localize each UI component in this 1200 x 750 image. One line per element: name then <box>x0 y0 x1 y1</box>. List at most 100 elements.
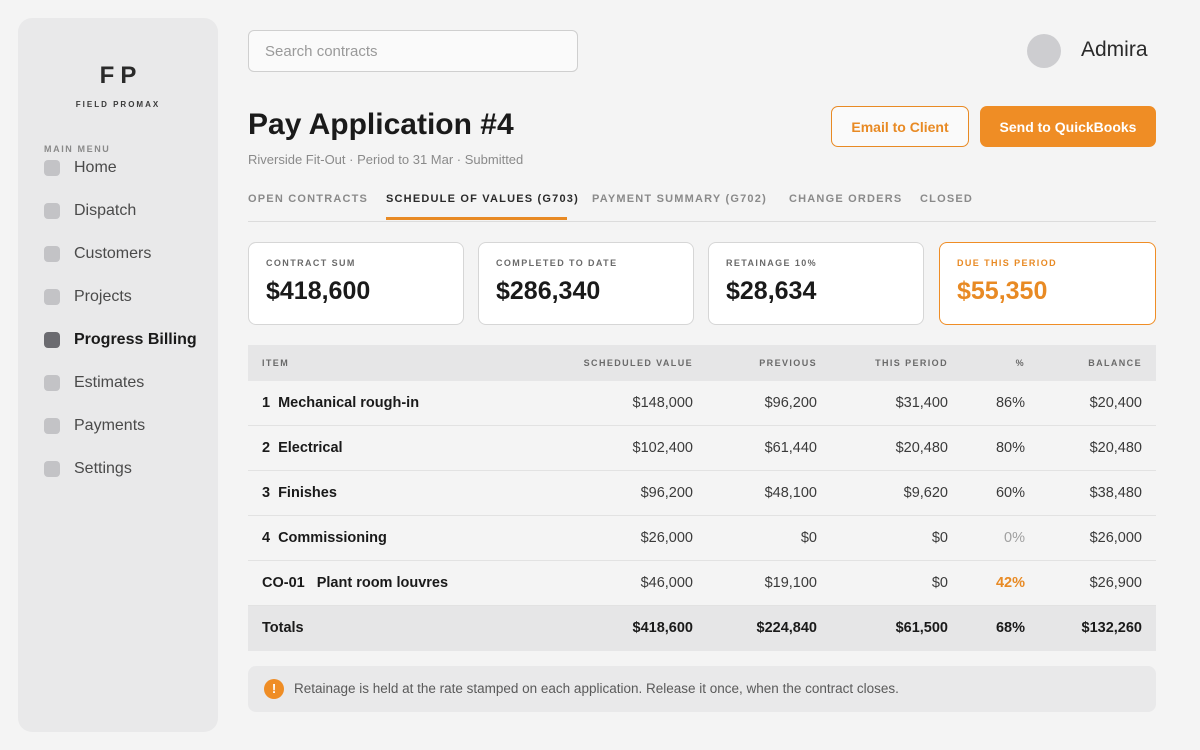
scheduled-value-cell: $46,000 <box>640 575 693 591</box>
sidebar-item-settings[interactable]: Settings <box>44 457 132 481</box>
schedule-of-values-table: ITEM SCHEDULED VALUE PREVIOUS THIS PERIO… <box>248 345 1156 651</box>
previous-cell: $48,100 <box>764 485 817 501</box>
total-this-period: $61,500 <box>895 620 948 636</box>
item-name: Mechanical rough-in <box>278 395 420 411</box>
send-to-quickbooks-button[interactable]: Send to QuickBooks <box>980 106 1156 147</box>
tab-payment-summary[interactable]: PAYMENT SUMMARY (G702) <box>592 193 767 205</box>
progress-billing-icon <box>44 332 60 348</box>
stat-card-completed-to-date: COMPLETED TO DATE $286,340 <box>478 242 694 325</box>
item-number: 1 <box>262 395 271 411</box>
column-header-scheduled-value[interactable]: SCHEDULED VALUE <box>584 358 693 368</box>
percent-cell: 80% <box>995 440 1025 456</box>
item-number: 4 <box>262 530 271 546</box>
balance-cell: $38,480 <box>1089 485 1142 501</box>
user-name[interactable]: Admira <box>1081 38 1148 62</box>
payments-icon <box>44 418 60 434</box>
item-cell: 1 Mechanical rough-in <box>262 395 419 411</box>
table-row[interactable]: 1 Mechanical rough-in $148,000 $96,200 $3… <box>248 381 1156 426</box>
table-row[interactable]: 3 Finishes $96,200 $48,100 $9,620 60% $38… <box>248 471 1156 516</box>
total-percent: 68% <box>995 620 1025 636</box>
table-row[interactable]: 4 Commissioning $26,000 $0 $0 0% $26,000 <box>248 516 1156 561</box>
this-period-cell: $31,400 <box>895 395 948 411</box>
balance-cell: $26,900 <box>1089 575 1142 591</box>
avatar[interactable] <box>1027 34 1061 68</box>
item-cell: 2 Electrical <box>262 440 343 456</box>
home-icon <box>44 160 60 176</box>
brand-name: FIELD PROMAX <box>75 100 161 109</box>
previous-cell: $61,440 <box>764 440 817 456</box>
item-number: 3 <box>262 485 271 501</box>
previous-cell: $0 <box>800 530 817 546</box>
brand-logo: FP <box>99 62 143 89</box>
column-header-percent[interactable]: % <box>1016 358 1025 368</box>
stat-label: RETAINAGE 10% <box>726 258 818 268</box>
table-row[interactable]: CO-01 Plant room louvres $46,000 $19,100 … <box>248 561 1156 606</box>
totals-label: Totals <box>262 620 304 636</box>
warning-icon: ! <box>264 679 284 699</box>
tab-closed[interactable]: CLOSED <box>920 193 973 205</box>
tab-bar: OPEN CONTRACTS SCHEDULE OF VALUES (G703)… <box>248 186 1156 222</box>
sidebar-item-dispatch[interactable]: Dispatch <box>44 199 136 223</box>
note-text: Retainage is held at the rate stamped on… <box>294 681 899 696</box>
estimates-icon <box>44 375 60 391</box>
column-header-balance[interactable]: BALANCE <box>1088 358 1142 368</box>
table-row[interactable]: 2 Electrical $102,400 $61,440 $20,480 80%… <box>248 426 1156 471</box>
sidebar-item-payments[interactable]: Payments <box>44 414 145 438</box>
item-cell: CO-01 Plant room louvres <box>262 575 448 591</box>
this-period-cell: $9,620 <box>903 485 948 501</box>
sidebar-item-projects[interactable]: Projects <box>44 285 132 309</box>
sidebar-item-label: Progress Billing <box>74 331 197 348</box>
scheduled-value-cell: $26,000 <box>640 530 693 546</box>
total-scheduled-value: $418,600 <box>632 620 693 636</box>
item-number: 2 <box>262 440 271 456</box>
main-menu-label: MAIN MENU <box>44 144 111 154</box>
this-period-cell: $0 <box>931 575 948 591</box>
projects-icon <box>44 289 60 305</box>
stat-label: DUE THIS PERIOD <box>957 258 1058 268</box>
sidebar-item-label: Settings <box>74 460 132 477</box>
stat-label: COMPLETED TO DATE <box>496 258 618 268</box>
column-header-item[interactable]: ITEM <box>262 358 289 368</box>
active-tab-indicator <box>386 217 567 220</box>
percent-cell: 0% <box>1004 530 1025 546</box>
sidebar-item-label: Payments <box>74 417 146 434</box>
sidebar-item-label: Projects <box>74 288 132 305</box>
tab-change-orders[interactable]: CHANGE ORDERS <box>789 193 902 205</box>
percent-cell: 42% <box>995 575 1025 591</box>
item-cell: 4 Commissioning <box>262 530 387 546</box>
this-period-cell: $20,480 <box>895 440 948 456</box>
totals-row: Totals $418,600 $224,840 $61,500 68% $13… <box>248 606 1156 651</box>
column-header-previous[interactable]: PREVIOUS <box>759 358 817 368</box>
sidebar-item-customers[interactable]: Customers <box>44 242 151 266</box>
stat-value: $55,350 <box>957 277 1048 305</box>
stat-card-due-this-period: DUE THIS PERIOD $55,350 <box>939 242 1156 325</box>
balance-cell: $20,400 <box>1089 395 1142 411</box>
item-name: Commissioning <box>278 530 387 546</box>
sidebar-item-label: Home <box>74 159 117 176</box>
scheduled-value-cell: $102,400 <box>632 440 693 456</box>
previous-cell: $96,200 <box>764 395 817 411</box>
stat-card-contract-sum: CONTRACT SUM $418,600 <box>248 242 464 325</box>
tab-schedule-of-values[interactable]: SCHEDULE OF VALUES (G703) <box>386 193 579 205</box>
previous-cell: $19,100 <box>764 575 817 591</box>
search-input[interactable] <box>248 30 578 72</box>
sidebar-item-estimates[interactable]: Estimates <box>44 371 144 395</box>
this-period-cell: $0 <box>931 530 948 546</box>
sidebar-item-progress-billing[interactable]: Progress Billing <box>44 328 197 352</box>
item-number: CO-01 <box>262 575 305 591</box>
stat-value: $418,600 <box>266 277 371 305</box>
column-header-this-period[interactable]: THIS PERIOD <box>875 358 948 368</box>
retainage-note: ! Retainage is held at the rate stamped … <box>248 666 1156 712</box>
total-previous: $224,840 <box>756 620 817 636</box>
tab-open-contracts[interactable]: OPEN CONTRACTS <box>248 193 368 205</box>
sidebar-item-home[interactable]: Home <box>44 156 117 180</box>
scheduled-value-cell: $96,200 <box>640 485 693 501</box>
stat-label: CONTRACT SUM <box>266 258 356 268</box>
balance-cell: $26,000 <box>1089 530 1142 546</box>
settings-icon <box>44 461 60 477</box>
stat-value: $286,340 <box>496 277 601 305</box>
stat-value: $28,634 <box>726 277 817 305</box>
email-to-client-button[interactable]: Email to Client <box>831 106 969 147</box>
page-title: Pay Application #4 <box>248 108 514 141</box>
stat-card-retainage: RETAINAGE 10% $28,634 <box>708 242 924 325</box>
